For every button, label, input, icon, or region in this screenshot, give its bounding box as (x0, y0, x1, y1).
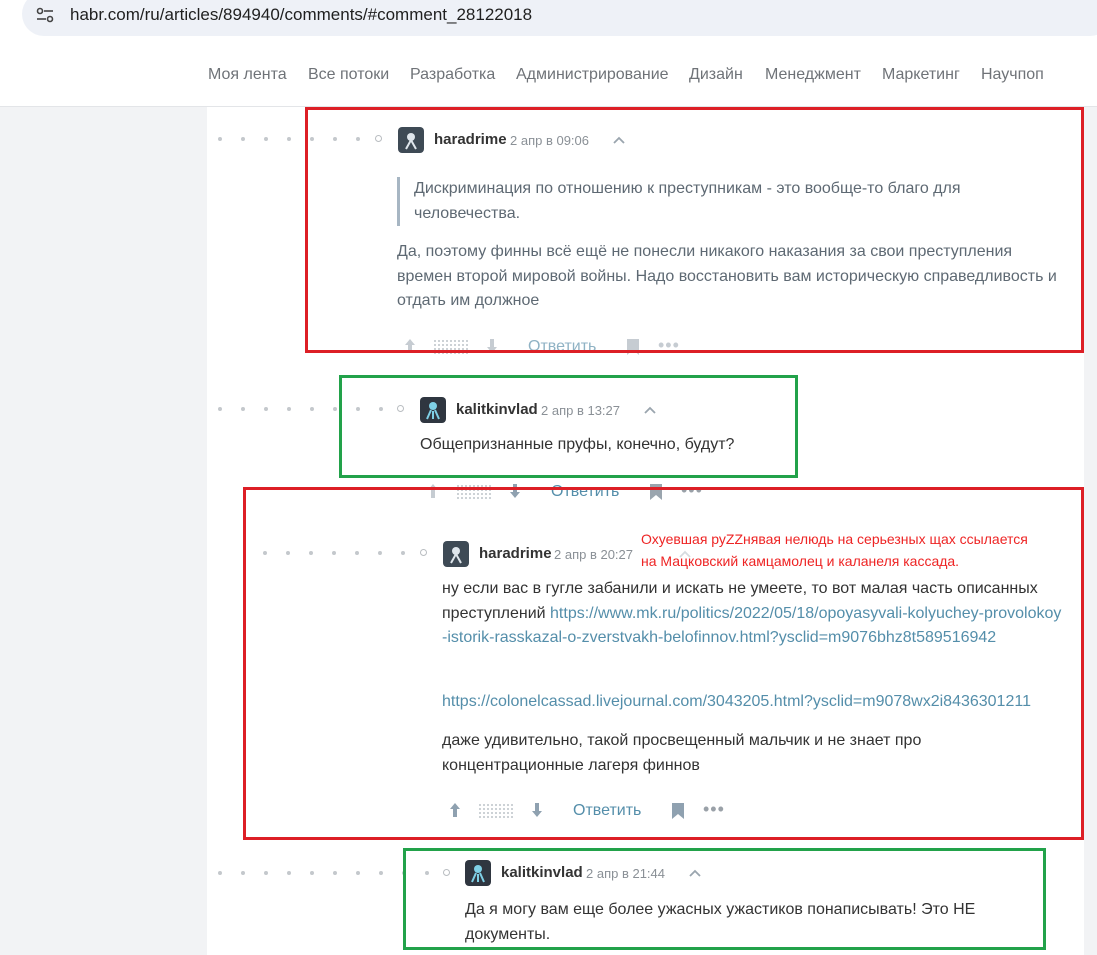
nav-my-feed[interactable]: Моя лента (208, 66, 287, 84)
nav-design[interactable]: Дизайн (689, 66, 743, 84)
nav-popsci[interactable]: Научпоп (981, 66, 1044, 84)
nav-management[interactable]: Менеджмент (765, 66, 861, 84)
highlight-box-green (403, 848, 1046, 950)
site-settings-icon[interactable] (36, 6, 54, 24)
nav-development[interactable]: Разработка (410, 66, 495, 84)
habr-nav: Моя лента Все потоки Разработка Админист… (0, 42, 1097, 107)
highlight-box-red (305, 107, 1084, 353)
right-gutter (1084, 107, 1097, 955)
annotation-line: Охуевшая руZZнявая нелюдь на серьезных щ… (641, 529, 1028, 550)
nav-administration[interactable]: Администрирование (516, 66, 669, 84)
nav-all-flows[interactable]: Все потоки (308, 66, 389, 84)
highlight-box-green (339, 375, 798, 478)
left-gutter (0, 107, 207, 955)
nav-marketing[interactable]: Маркетинг (882, 66, 960, 84)
annotation-line: на Мацковский камцамолец и каланеля касс… (641, 551, 960, 572)
browser-address-bar: habr.com/ru/articles/894940/comments/#co… (0, 0, 1097, 42)
url-text[interactable]: habr.com/ru/articles/894940/comments/#co… (70, 5, 532, 25)
